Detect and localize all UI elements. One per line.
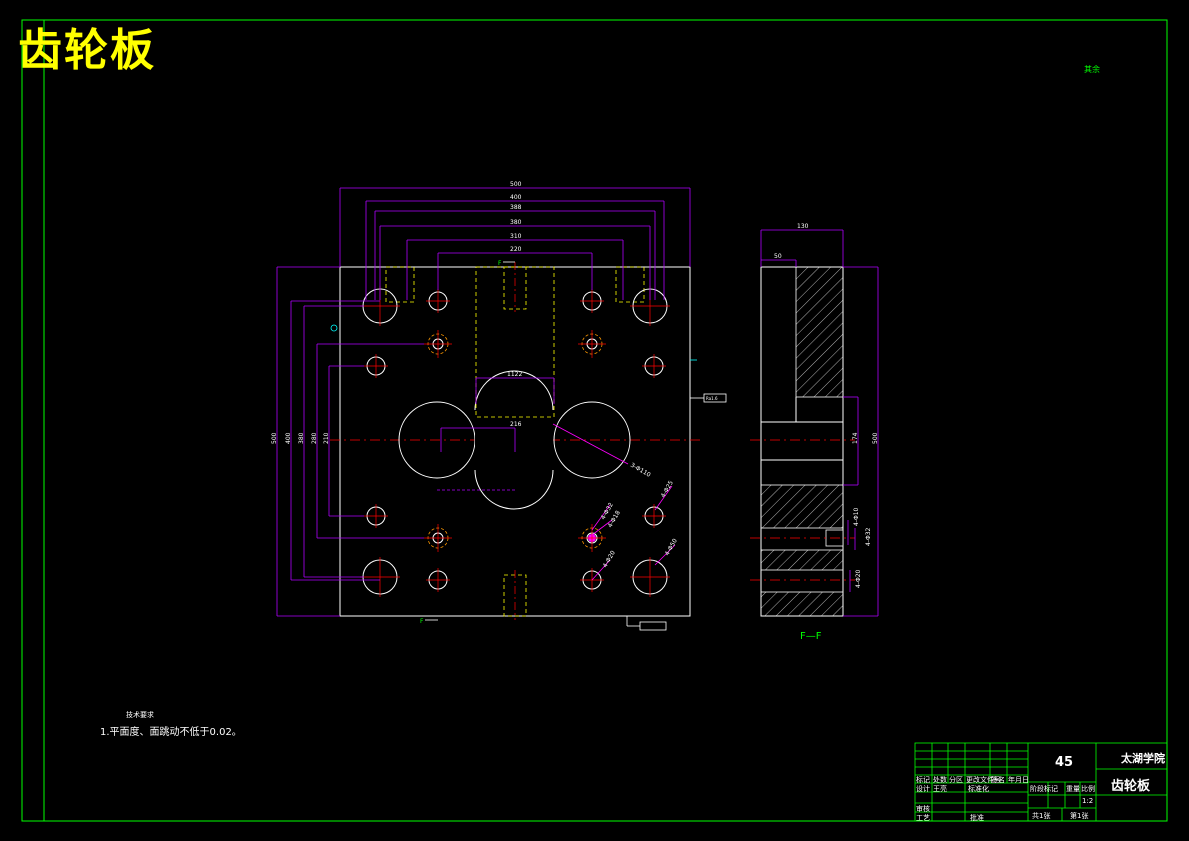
side-dim-top-step: 50 (774, 253, 782, 260)
dim-left-3: 280 (311, 432, 318, 444)
tb-designer-label: 设计 (916, 785, 930, 793)
side-hatch-top (795, 266, 844, 398)
callout-4-50: 4-Φ50 (664, 537, 679, 557)
tb-material: 45 (1055, 755, 1074, 770)
tb-sheets-label: 共1张 (1032, 812, 1051, 820)
sheet-border (21, 19, 1168, 822)
dim-top-4: 310 (510, 233, 522, 240)
tech-notes-heading: 技术要求 (126, 711, 154, 719)
tb-row-label-5: 年月日 (1008, 776, 1029, 784)
dim-top-3: 380 (510, 219, 522, 226)
tb-weight-label: 重量 (1066, 785, 1080, 793)
bore-overlap-mask (475, 400, 553, 480)
dim-top-0: 500 (510, 181, 522, 188)
roughness-note: 其余 (1084, 65, 1100, 74)
callout-3-110: 3-Φ110 (629, 462, 652, 479)
callout-4-25: 4-Φ25 (660, 479, 675, 499)
dim-top-1: 400 (510, 194, 522, 201)
side-callout-0: 4-Φ10 (853, 507, 860, 526)
side-dim-top-total: 130 (797, 223, 809, 230)
dim-top-5: 220 (510, 246, 522, 253)
front-view: 500 400 388 380 310 220 500 400 380 280 … (271, 181, 727, 631)
section-label: F—F (800, 631, 822, 642)
side-hatch-low (760, 549, 844, 571)
side-callout-2: 4-Φ20 (855, 569, 862, 588)
tb-scale: 1:2 (1082, 797, 1094, 805)
tb-part-name: 齿轮板 (1111, 779, 1151, 794)
tb-designer: 王亮 (933, 785, 947, 793)
tb-process-label: 工艺 (916, 814, 930, 822)
tb-scale-label: 比例 (1081, 785, 1095, 793)
side-dim-right-mid: 174 (852, 432, 859, 444)
side-dim-right-total: 500 (872, 432, 879, 444)
side-hatch-mid (760, 484, 844, 529)
side-hatch-bottom (760, 591, 844, 617)
side-callout-1: 4-Φ32 (865, 527, 872, 546)
tb-sheet-label: 第1张 (1070, 812, 1089, 820)
tb-row-label-2: 分区 (949, 776, 963, 784)
tech-notes-line1: 1.平面度、面跳动不低于0.02。 (100, 727, 242, 738)
callout-4-20: 4-Φ20 (602, 549, 617, 569)
dim-center-mid: 216 (510, 421, 522, 428)
section-marks (425, 261, 727, 631)
tb-row-label-4: 签名 (991, 776, 1005, 784)
section-marker-top: F (498, 260, 502, 267)
dim-top-2: 388 (510, 204, 522, 211)
tb-stage-label: 阶段标记 (1030, 785, 1058, 793)
side-view: 130 50 500 174 4-Φ10 4-Φ32 4-Φ20 (750, 223, 879, 617)
frame-border (43, 19, 1168, 822)
tb-approve-label: 批准 (970, 814, 984, 822)
dim-center-top: 1122 (507, 371, 522, 378)
dim-left-0: 500 (271, 432, 278, 444)
tb-standard-label: 标准化 (968, 785, 989, 793)
tb-school: 太湖学院 (1121, 752, 1165, 765)
dim-right-side: Ra1.6 (706, 396, 718, 401)
dim-left-2: 380 (298, 432, 305, 444)
datum-mark (330, 324, 338, 332)
dim-left-4: 210 (323, 432, 330, 444)
drawing-canvas: 500 400 388 380 310 220 500 400 380 280 … (21, 19, 1168, 822)
drawing-title: 齿轮板 (18, 25, 156, 76)
section-marker-bottom: F (420, 618, 424, 625)
dim-left-1: 400 (285, 432, 292, 444)
